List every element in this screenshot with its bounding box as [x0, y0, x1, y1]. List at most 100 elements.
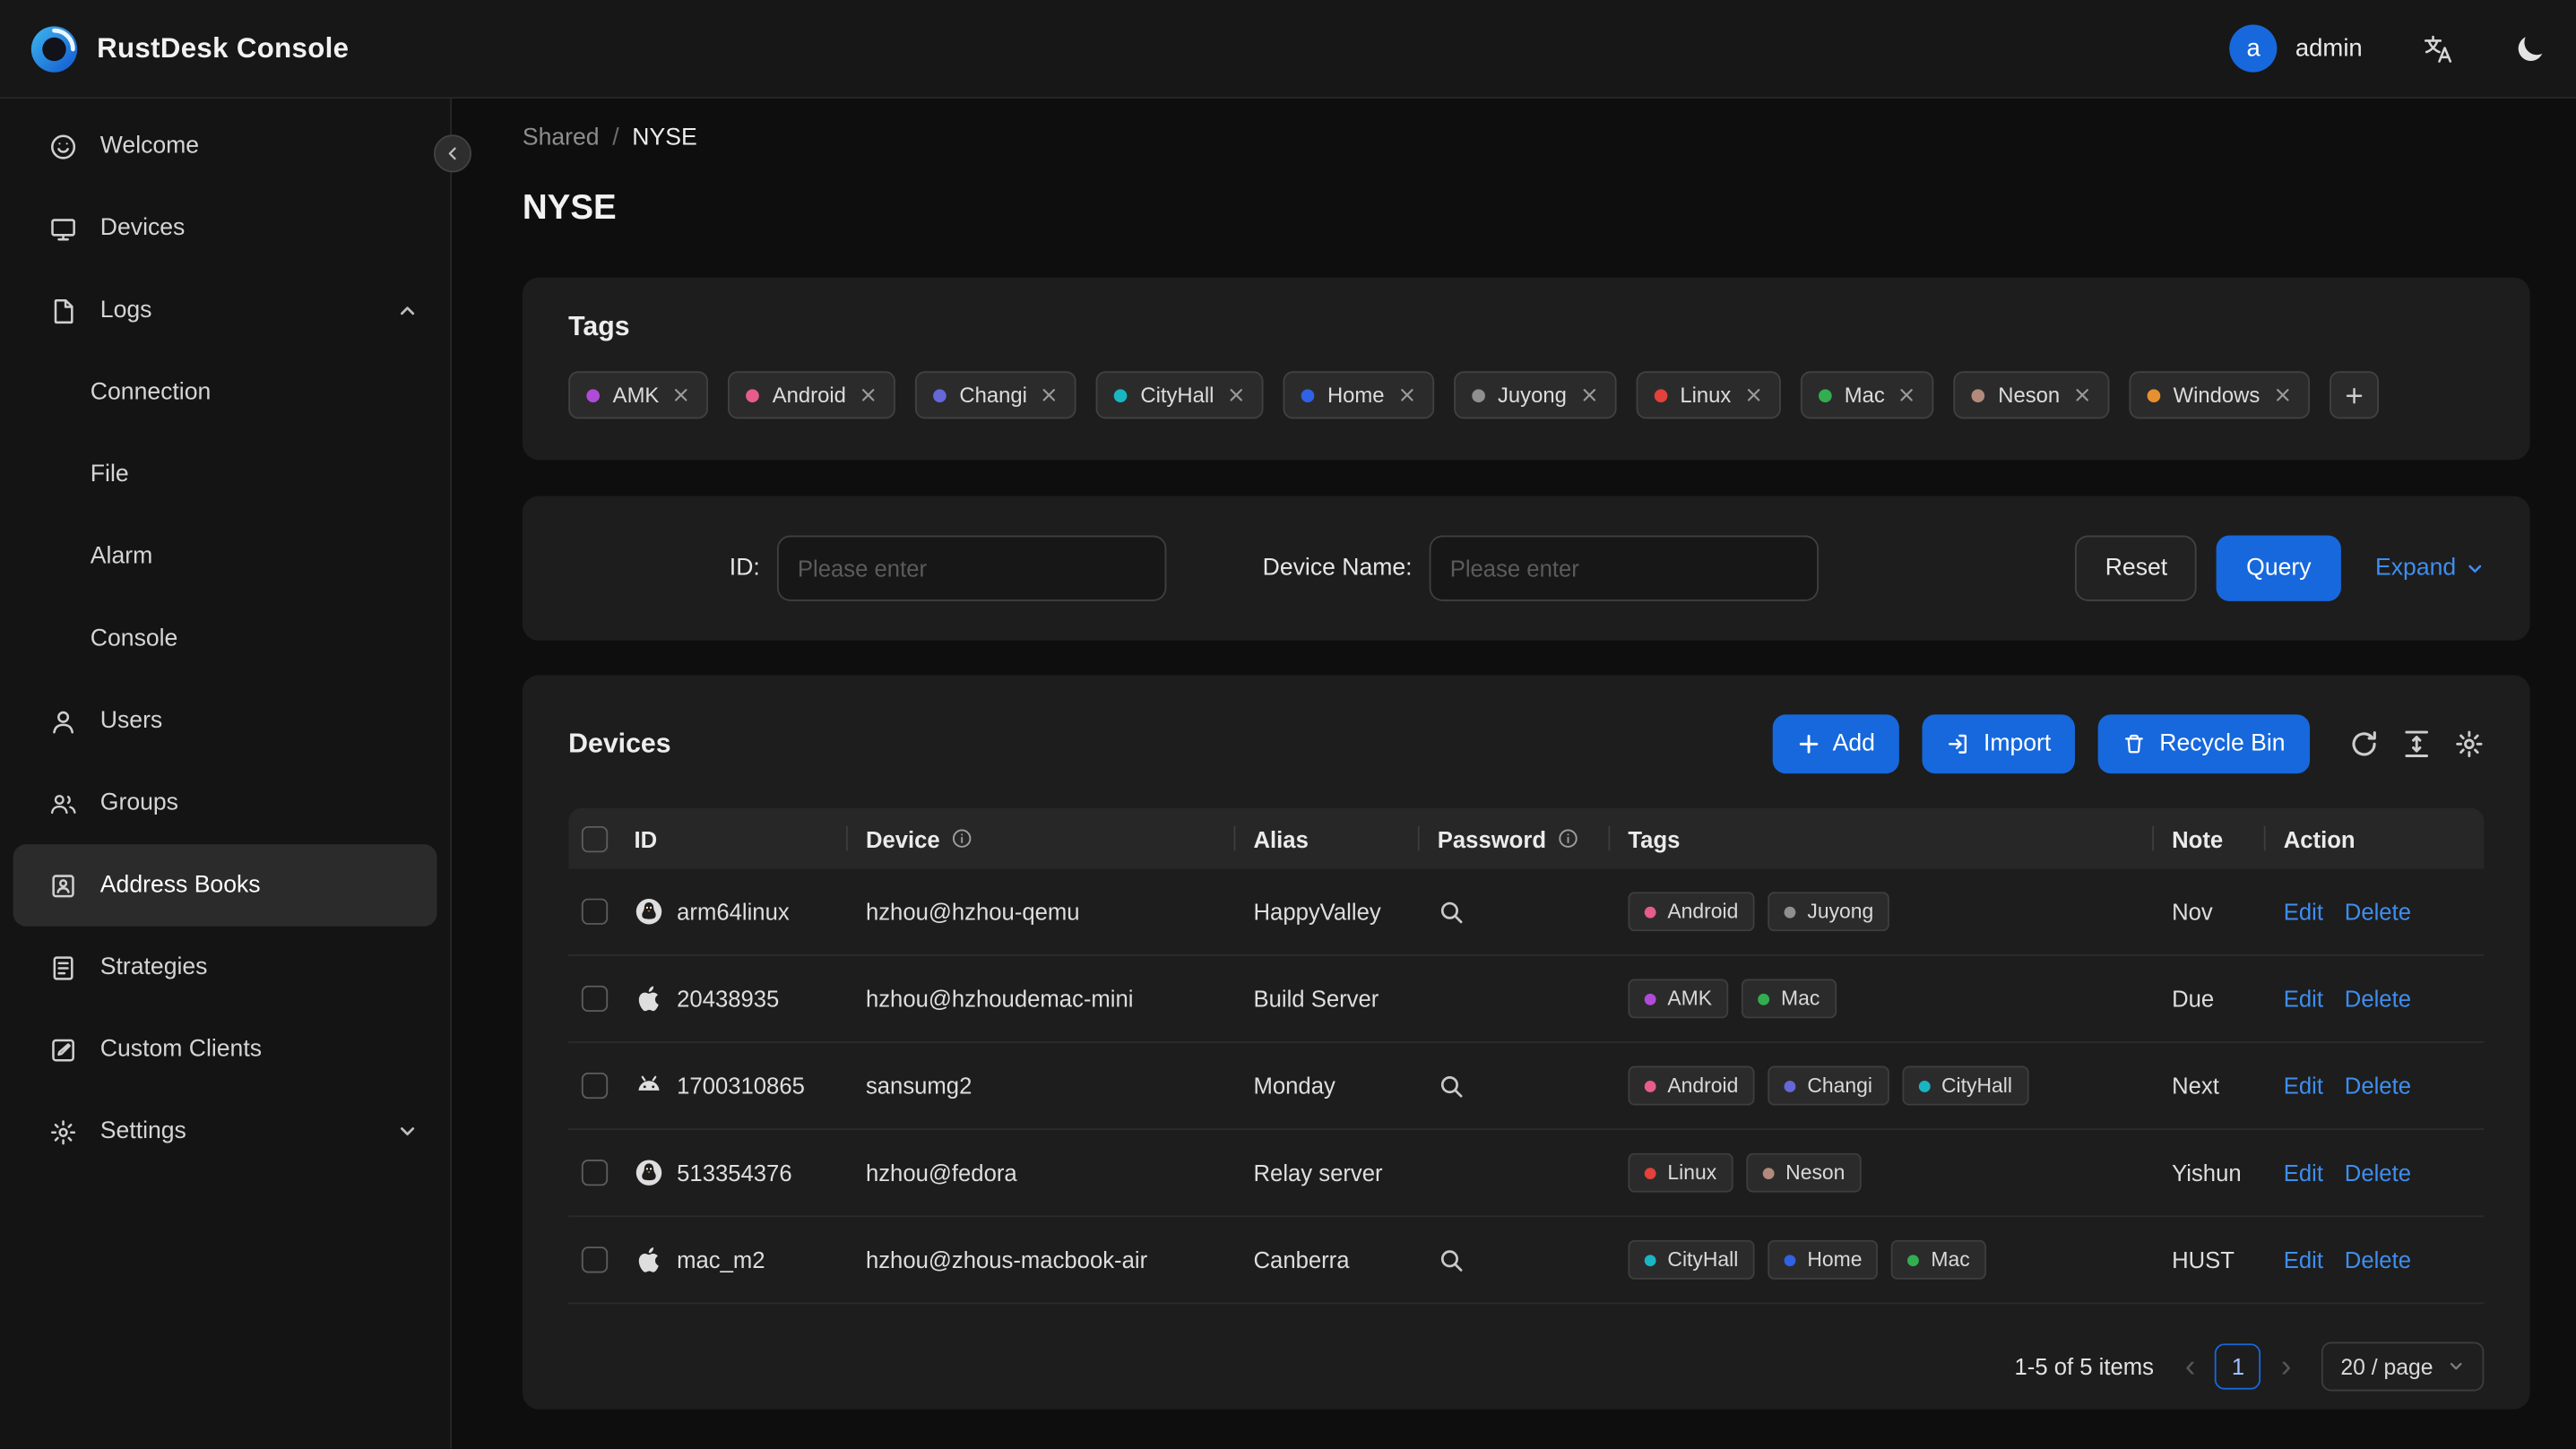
add-tag-button[interactable] — [2329, 371, 2379, 419]
remove-tag-icon[interactable] — [1580, 386, 1598, 404]
edit-link[interactable]: Edit — [2284, 986, 2323, 1012]
delete-link[interactable]: Delete — [2345, 1160, 2411, 1186]
info-icon[interactable] — [1558, 828, 1579, 850]
show-password-icon[interactable] — [1438, 1246, 1465, 1273]
show-password-icon[interactable] — [1438, 1072, 1465, 1100]
import-button[interactable]: Import — [1923, 714, 2076, 774]
refresh-icon[interactable] — [2349, 729, 2379, 759]
recycle-bin-button[interactable]: Recycle Bin — [2098, 714, 2311, 774]
chevron-down-icon — [398, 1122, 418, 1142]
sidebar-item-groups[interactable]: Groups — [13, 762, 437, 844]
id-filter: ID: — [729, 535, 1166, 601]
row-checkbox[interactable] — [581, 1160, 609, 1186]
id-input[interactable] — [776, 535, 1166, 601]
sidebar-item-address-books[interactable]: Address Books — [13, 844, 437, 927]
sidebar-subitem-file[interactable]: File — [13, 434, 437, 516]
tag-label: CityHall — [1140, 383, 1215, 408]
remove-tag-icon[interactable] — [860, 386, 877, 404]
next-page-icon[interactable]: › — [2278, 1351, 2295, 1383]
sidebar-item-settings[interactable]: Settings — [13, 1091, 437, 1173]
tag-color-dot — [1644, 1167, 1656, 1179]
remove-tag-icon[interactable] — [1041, 386, 1059, 404]
prev-page-icon[interactable]: ‹ — [2182, 1351, 2199, 1383]
dark-mode-icon[interactable] — [2513, 32, 2546, 65]
remove-tag-icon[interactable] — [1227, 386, 1245, 404]
column-label: Alias — [1253, 825, 1309, 852]
column-header-device[interactable]: Device — [845, 808, 1234, 869]
tag-chip-juyong[interactable]: Juyong — [1453, 371, 1616, 419]
column-header-password[interactable]: Password — [1417, 808, 1609, 869]
delete-link[interactable]: Delete — [2345, 1073, 2411, 1099]
reset-button[interactable]: Reset — [2075, 535, 2198, 601]
sidebar-item-users[interactable]: Users — [13, 680, 437, 763]
tag-chip-home[interactable]: Home — [1283, 371, 1434, 419]
tag-chip-neson[interactable]: Neson — [1953, 371, 2110, 419]
query-button[interactable]: Query — [2217, 535, 2341, 601]
edit-link[interactable]: Edit — [2284, 1246, 2323, 1272]
sidebar-subitem-connection[interactable]: Connection — [13, 351, 437, 434]
column-header-note[interactable]: Note — [2152, 808, 2264, 869]
tag-chip-changi[interactable]: Changi — [914, 371, 1076, 419]
column-header-action[interactable]: Action — [2263, 808, 2485, 869]
tag-chip-amk[interactable]: AMK — [568, 371, 709, 419]
import-label: Import — [1983, 730, 2052, 757]
device-id-cell: 20438935 — [615, 984, 846, 1013]
select-all-checkbox[interactable] — [581, 825, 609, 852]
tag-chip-android[interactable]: Android — [728, 371, 895, 419]
chevron-up-icon — [398, 300, 418, 320]
device-name-input[interactable] — [1428, 535, 1819, 601]
row-checkbox[interactable] — [581, 1072, 609, 1100]
remove-tag-icon[interactable] — [1744, 386, 1762, 404]
row-checkbox[interactable] — [581, 985, 609, 1013]
row-checkbox[interactable] — [581, 898, 609, 925]
delete-link[interactable]: Delete — [2345, 986, 2411, 1012]
top-bar: RustDesk Console a admin — [0, 0, 2576, 99]
row-checkbox[interactable] — [581, 1246, 609, 1273]
sidebar-subitem-console[interactable]: Console — [13, 598, 437, 680]
table-settings-icon[interactable] — [2454, 729, 2484, 759]
page-size-select[interactable]: 20 / page — [2321, 1341, 2485, 1392]
remove-tag-icon[interactable] — [1397, 386, 1415, 404]
sidebar-item-devices[interactable]: Devices — [13, 187, 437, 270]
remove-tag-icon[interactable] — [1897, 386, 1915, 404]
column-header-id[interactable]: ID — [615, 808, 846, 869]
remove-tag-icon[interactable] — [672, 386, 690, 404]
edit-link[interactable]: Edit — [2284, 1160, 2323, 1186]
id-label: ID: — [729, 555, 760, 582]
remove-tag-icon[interactable] — [2073, 386, 2091, 404]
breadcrumb-parent[interactable]: Shared — [523, 125, 600, 151]
username[interactable]: admin — [2295, 34, 2363, 62]
edit-link[interactable]: Edit — [2284, 1073, 2323, 1099]
tag-color-dot — [1918, 1080, 1931, 1091]
remove-tag-icon[interactable] — [2273, 386, 2291, 404]
language-icon[interactable] — [2422, 32, 2455, 65]
tag-chip-linux[interactable]: Linux — [1635, 371, 1781, 419]
tag-chip-windows[interactable]: Windows — [2129, 371, 2310, 419]
show-password-icon[interactable] — [1438, 898, 1465, 926]
row-height-icon[interactable] — [2402, 729, 2432, 759]
column-header-tags[interactable]: Tags — [1608, 808, 2152, 869]
sidebar-item-welcome[interactable]: Welcome — [13, 105, 437, 187]
user-avatar[interactable]: a — [2229, 24, 2278, 73]
page-number-button[interactable]: 1 — [2215, 1343, 2261, 1390]
delete-link[interactable]: Delete — [2345, 1246, 2411, 1272]
device-id-cell: mac_m2 — [615, 1245, 846, 1274]
sidebar-item-custom-clients[interactable]: Custom Clients — [13, 1008, 437, 1091]
devices-title: Devices — [568, 728, 671, 758]
column-header-alias[interactable]: Alias — [1233, 808, 1418, 869]
row-tag-juyong: Juyong — [1768, 892, 1890, 932]
expand-link[interactable]: Expand — [2375, 556, 2484, 582]
add-device-button[interactable]: Add — [1771, 714, 1900, 774]
sidebar-collapse-button[interactable] — [433, 134, 472, 173]
row-tag-android: Android — [1628, 1065, 1755, 1106]
sidebar-item-strategies[interactable]: Strategies — [13, 927, 437, 1009]
tag-chip-cityhall[interactable]: CityHall — [1095, 371, 1264, 419]
info-icon[interactable] — [952, 828, 973, 850]
sidebar-subitem-alarm[interactable]: Alarm — [13, 516, 437, 599]
tag-chip-mac[interactable]: Mac — [1800, 371, 1934, 419]
password-cell — [1418, 1246, 1609, 1273]
delete-link[interactable]: Delete — [2345, 899, 2411, 925]
sidebar-item-logs[interactable]: Logs — [13, 270, 437, 352]
row-tag-home: Home — [1768, 1239, 1879, 1280]
edit-link[interactable]: Edit — [2284, 899, 2323, 925]
